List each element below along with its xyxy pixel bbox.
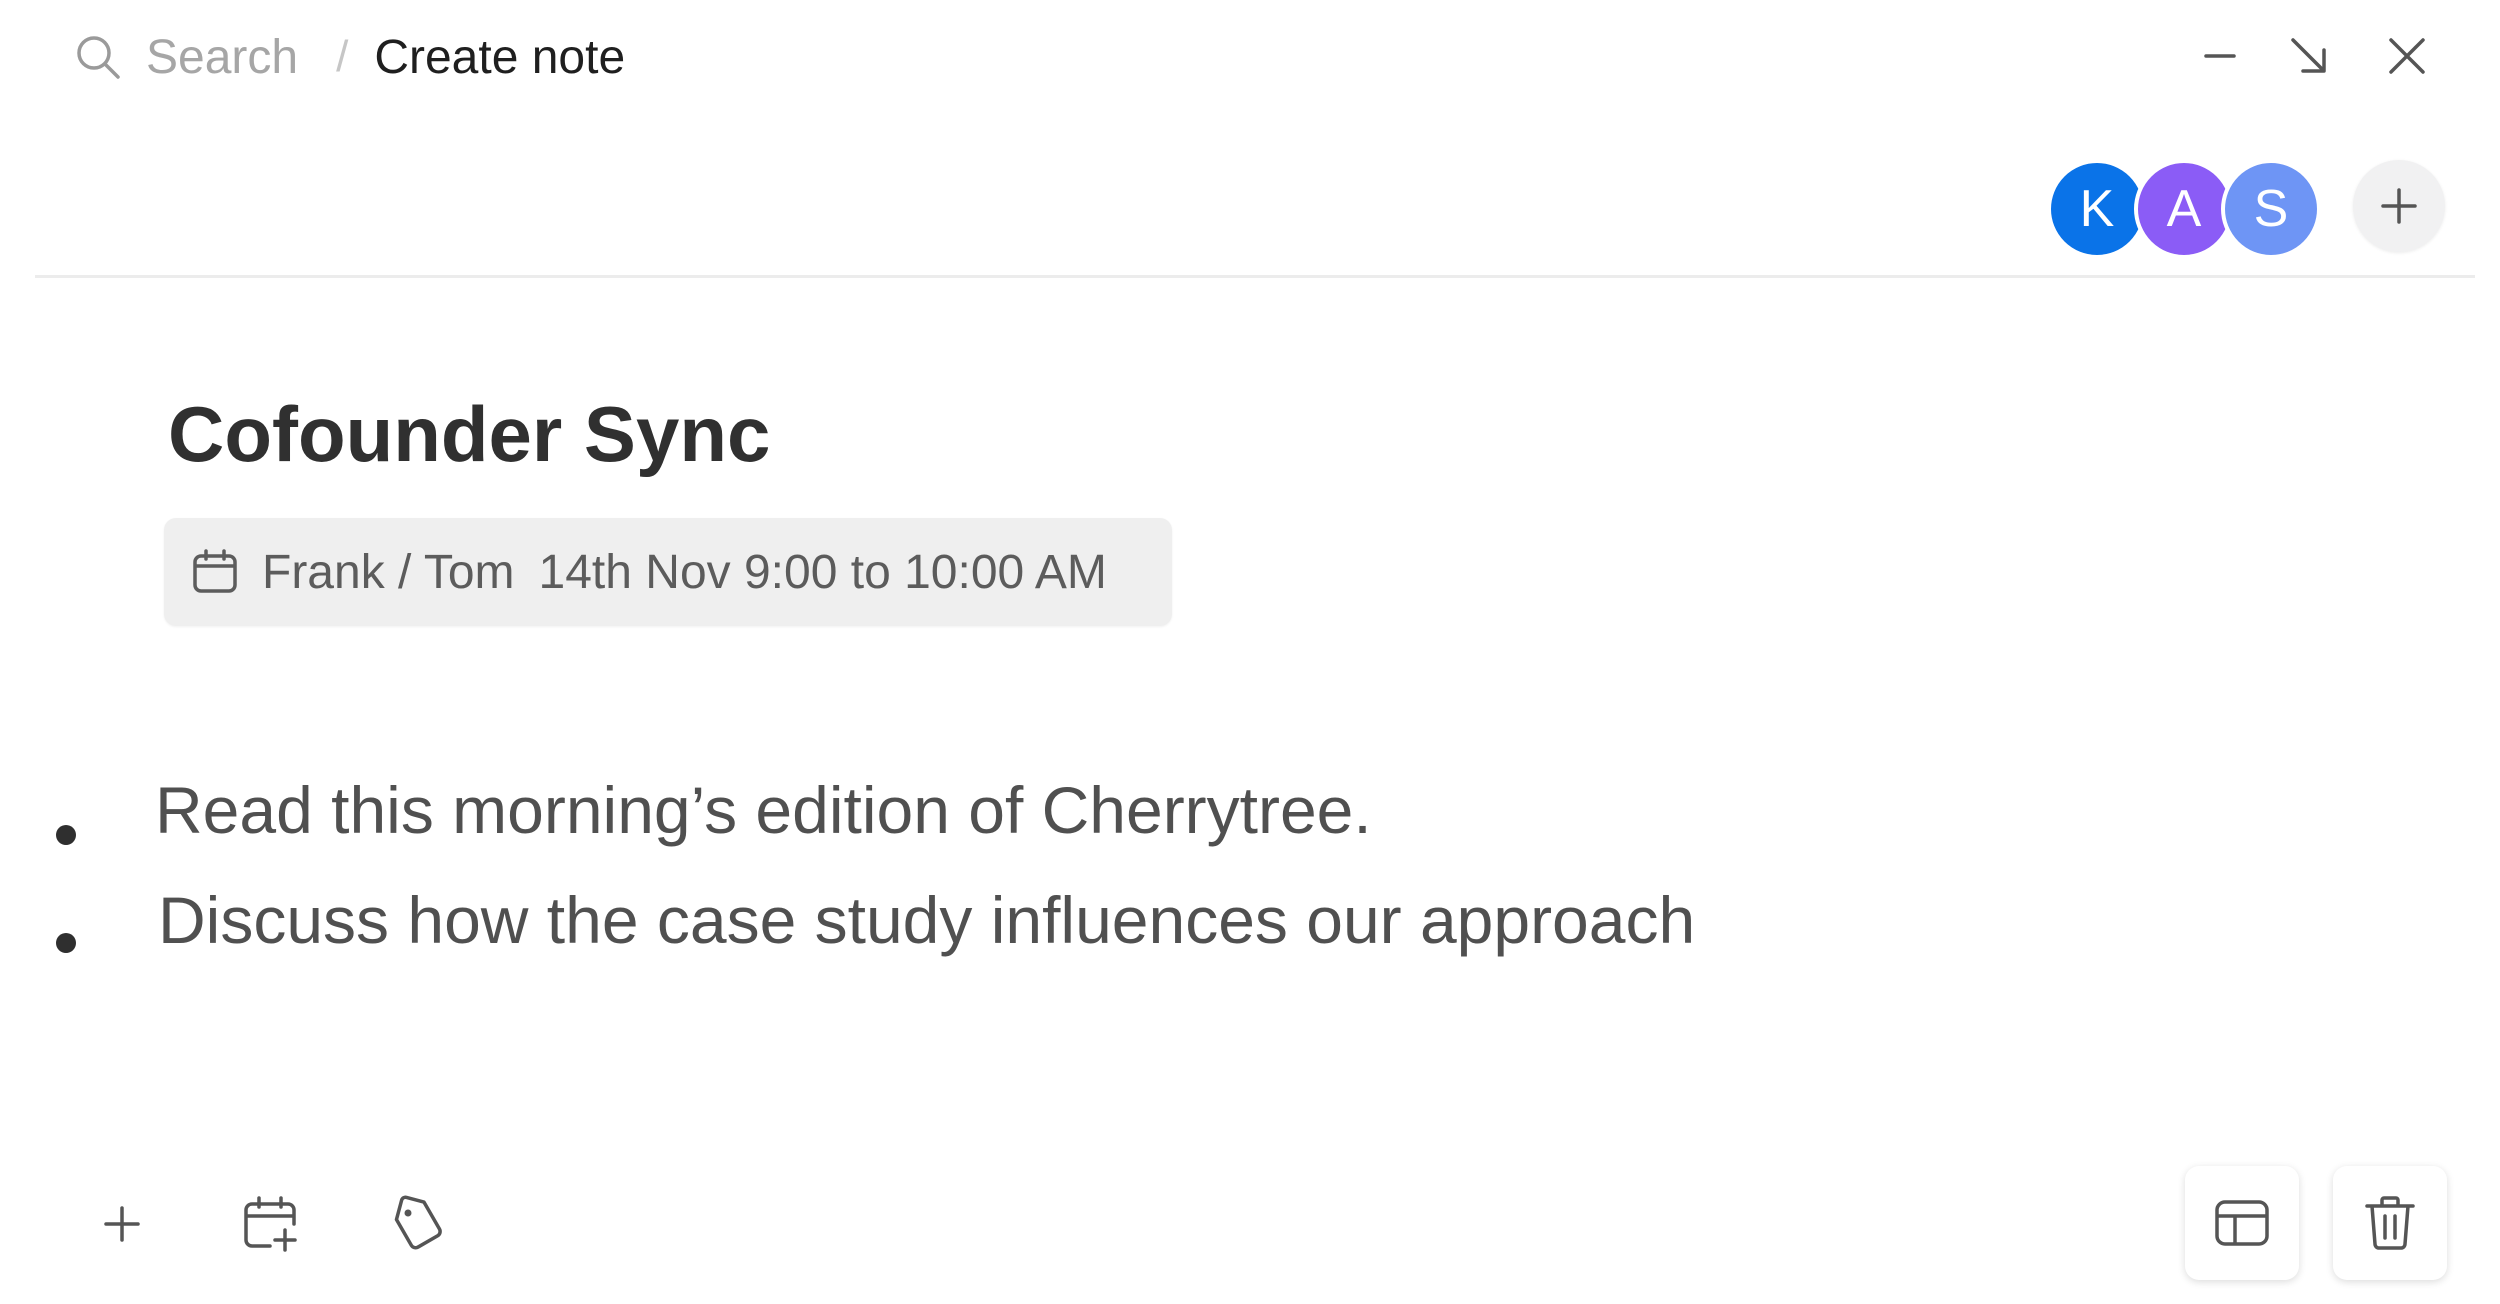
event-participants: Frank / Tom (262, 545, 515, 599)
avatar-initial: A (2166, 180, 2202, 238)
close-icon (2385, 34, 2429, 78)
plus-icon (102, 1204, 142, 1244)
avatar-initial: K (2079, 180, 2115, 238)
bullet-text: Discuss how the case study influences ou… (158, 883, 1696, 957)
trash-icon (2363, 1194, 2417, 1252)
breadcrumb-current: Create note (374, 30, 626, 84)
avatar-collaborator[interactable]: K (2047, 159, 2147, 259)
bullet-dot (56, 933, 76, 953)
delete-button[interactable] (2333, 1166, 2447, 1280)
bullet-dot (56, 825, 76, 845)
event-datetime: 14th Nov 9:00 to 10:00 AM (538, 545, 1107, 599)
avatar-collaborator[interactable]: A (2134, 159, 2234, 259)
breadcrumb-separator: / (336, 32, 349, 81)
add-collaborator-button[interactable] (2353, 160, 2445, 252)
minimize-button[interactable] (2188, 24, 2252, 88)
avatar-initial: S (2253, 180, 2289, 238)
plus-icon (2379, 186, 2419, 226)
collapse-arrow-icon (2287, 34, 2331, 78)
header-divider (35, 275, 2475, 278)
breadcrumb: Search / Create note (74, 26, 625, 88)
close-button[interactable] (2375, 24, 2439, 88)
tag-icon (388, 1195, 446, 1253)
minimize-icon (2200, 36, 2240, 76)
search-label[interactable]: Search (146, 30, 298, 85)
search-icon[interactable] (74, 33, 122, 81)
calendar-add-icon (240, 1194, 300, 1254)
calendar-icon (190, 547, 240, 597)
collapse-button[interactable] (2277, 24, 2341, 88)
layout-icon (2213, 1194, 2271, 1252)
avatar-collaborator[interactable]: S (2221, 159, 2321, 259)
event-chip[interactable]: Frank / Tom 14th Nov 9:00 to 10:00 AM (164, 518, 1172, 626)
add-tag-button[interactable] (375, 1182, 459, 1266)
add-block-button[interactable] (80, 1182, 164, 1266)
note-title[interactable]: Cofounder Sync (168, 386, 770, 482)
layout-button[interactable] (2185, 1166, 2299, 1280)
bullet-text: Read this morning’s edition of Cherrytre… (155, 773, 1372, 847)
add-event-button[interactable] (228, 1182, 312, 1266)
